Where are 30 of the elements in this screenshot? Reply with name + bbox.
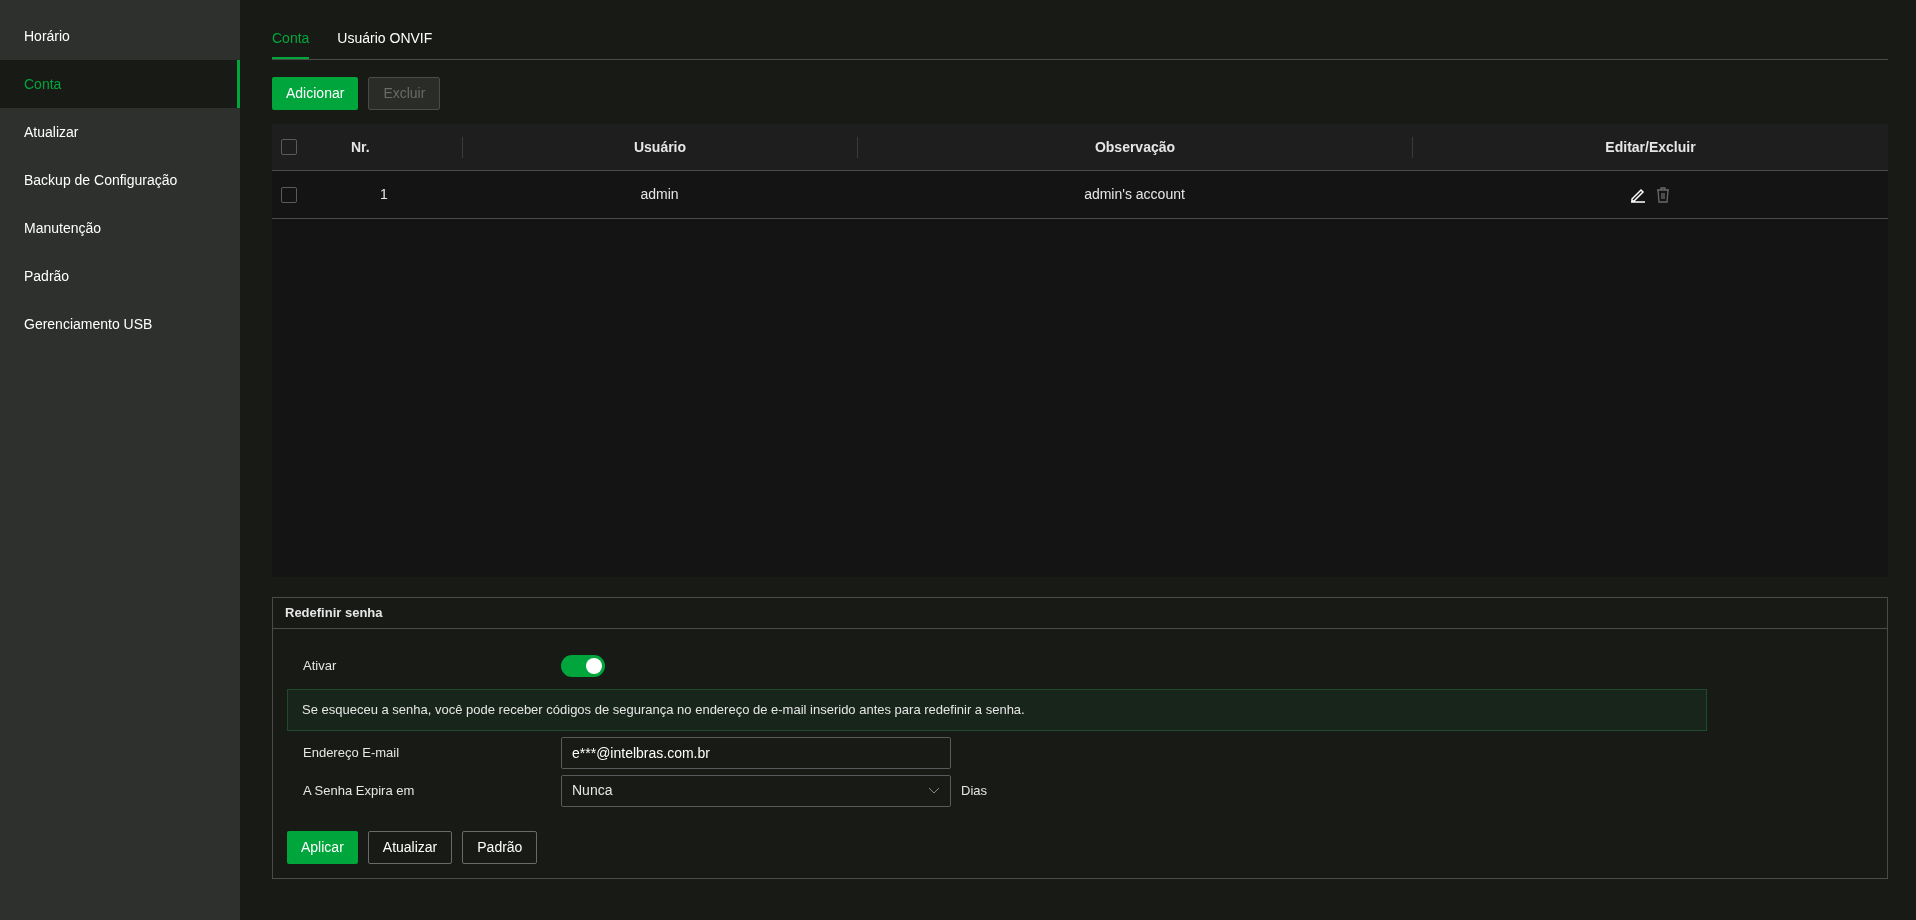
email-input[interactable]: e***@intelbras.com.br	[561, 736, 951, 769]
column-header: Usuário	[633, 137, 687, 157]
sidebar-item[interactable]: Atualizar	[0, 108, 240, 156]
table-cell-text: admin's account	[1084, 185, 1185, 204]
sidebar-item[interactable]: Gerenciamento USB	[0, 300, 240, 348]
tab[interactable]: Conta	[272, 22, 310, 59]
table-cell-text: admin	[640, 185, 679, 204]
sidebar-item[interactable]: Padrão	[0, 252, 240, 300]
sidebar-item[interactable]: Horário	[0, 12, 240, 60]
tab[interactable]: Usuário ONVIF	[337, 22, 433, 59]
field-label: Ativar	[303, 657, 338, 676]
info-message: Se esqueceu a senha, você pode receber códigos de segurança no endereço de e-mail inserido antes para redefinir a senha.	[287, 689, 1707, 731]
panel-title: Redefinir senha	[285, 604, 383, 623]
unit-label: Dias	[961, 781, 987, 800]
checkbox[interactable]	[281, 139, 297, 155]
column-header: Observação	[1094, 137, 1176, 157]
column-header: Nr.	[351, 137, 370, 157]
expiry-select[interactable]: Nunca	[561, 774, 951, 807]
sidebar-item[interactable]: Manutenção	[0, 204, 240, 252]
sidebar-item[interactable]: Backup de Configuração	[0, 156, 240, 204]
chevron-down-icon	[928, 786, 940, 795]
checkbox[interactable]	[281, 186, 297, 203]
toggle-switch[interactable]	[561, 655, 605, 677]
column-header: Editar/Excluir	[1605, 137, 1696, 157]
field-label: Endereço E-mail	[303, 743, 401, 762]
sidebar-item[interactable]: Conta	[0, 60, 240, 108]
action-button[interactable]: Padrão	[462, 830, 538, 864]
table-cell-text: 1	[380, 185, 388, 204]
action-button[interactable]: Atualizar	[367, 830, 453, 864]
field-label: A Senha Expira em	[303, 781, 416, 800]
